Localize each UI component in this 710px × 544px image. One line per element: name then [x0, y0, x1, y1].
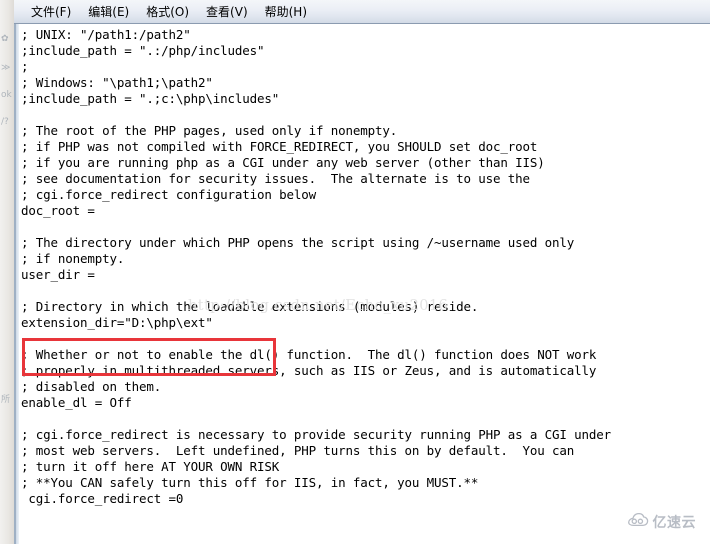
text-line: ; Windows: "\path1;\path2" — [21, 75, 213, 90]
logo-text: 亿速云 — [652, 515, 696, 531]
text-line: user_dir = — [21, 267, 95, 282]
menu-edit[interactable]: 编辑(E) — [80, 3, 138, 21]
text-line: ;include_path = ".:/php/includes" — [21, 43, 265, 58]
text-line: ; if PHP was not compiled with FORCE_RED… — [21, 139, 538, 154]
background-app-strip: ✿ ≫ ok /? 所 — [0, 0, 14, 544]
menu-view[interactable]: 查看(V) — [198, 3, 257, 21]
cloud-icon — [627, 512, 649, 532]
text-line: ; The root of the PHP pages, used only i… — [21, 123, 398, 138]
text-line: doc_root = — [21, 203, 95, 218]
text-line — [21, 219, 707, 235]
text-line: ; if nonempty. — [21, 251, 125, 266]
window-left-bevel — [16, 24, 19, 544]
notepad-window: 文件(F) 编辑(E) 格式(O) 查看(V) 帮助(H) ; UNIX: "/… — [14, 0, 710, 544]
site-logo-watermark: 亿速云 — [627, 512, 697, 532]
text-line: ; Whether or not to enable the dl() func… — [21, 347, 597, 362]
menu-help[interactable]: 帮助(H) — [257, 3, 316, 21]
text-line: ; turn it off here AT YOUR OWN RISK — [21, 459, 280, 474]
text-line: extension_dir="D:\php\ext" — [21, 315, 213, 330]
bg-ghost-mark-1: ≫ — [1, 63, 11, 73]
text-line: enable_dl = Off — [21, 395, 132, 410]
menu-bar: 文件(F) 编辑(E) 格式(O) 查看(V) 帮助(H) — [14, 0, 710, 24]
text-line: ; most web servers. Left undefined, PHP … — [21, 443, 575, 458]
text-line — [21, 331, 707, 347]
text-line: ;include_path = ".;c:\php\includes" — [21, 91, 280, 106]
menu-file[interactable]: 文件(F) — [23, 3, 80, 21]
text-line: ; disabled on them. — [21, 379, 162, 394]
text-line — [21, 411, 707, 427]
text-line: ; — [21, 59, 29, 74]
text-line: ; UNIX: "/path1:/path2" — [21, 27, 191, 42]
text-line — [21, 107, 707, 123]
bg-ghost-mark-0: ✿ — [1, 34, 9, 44]
file-content[interactable]: ; UNIX: "/path1:/path2" ;include_path = "… — [21, 27, 707, 507]
text-line: cgi.force_redirect =0 — [21, 491, 184, 506]
text-line: ; properly in multithreaded servers, suc… — [21, 363, 597, 378]
bg-ghost-mark-4: 所 — [1, 395, 11, 405]
text-line: ; see documentation for security issues.… — [21, 171, 530, 186]
text-line: ; The directory under which PHP opens th… — [21, 235, 575, 250]
bg-ghost-mark-2: ok — [1, 90, 12, 100]
text-editor-area[interactable]: ; UNIX: "/path1:/path2" ;include_path = "… — [14, 24, 710, 544]
text-line: ; cgi.force_redirect configuration below — [21, 187, 317, 202]
text-line: ; **You CAN safely turn this off for IIS… — [21, 475, 479, 490]
menu-bar-items: 文件(F) 编辑(E) 格式(O) 查看(V) 帮助(H) — [14, 0, 710, 23]
url-watermark: http://blog.csdn.net/Echo_xu2016 — [188, 298, 449, 314]
menu-format[interactable]: 格式(O) — [138, 3, 198, 21]
text-line: ; cgi.force_redirect is necessary to pro… — [21, 427, 612, 442]
text-line — [21, 283, 707, 299]
text-line: ; if you are running php as a CGI under … — [21, 155, 545, 170]
bg-ghost-mark-3: /? — [1, 117, 9, 127]
